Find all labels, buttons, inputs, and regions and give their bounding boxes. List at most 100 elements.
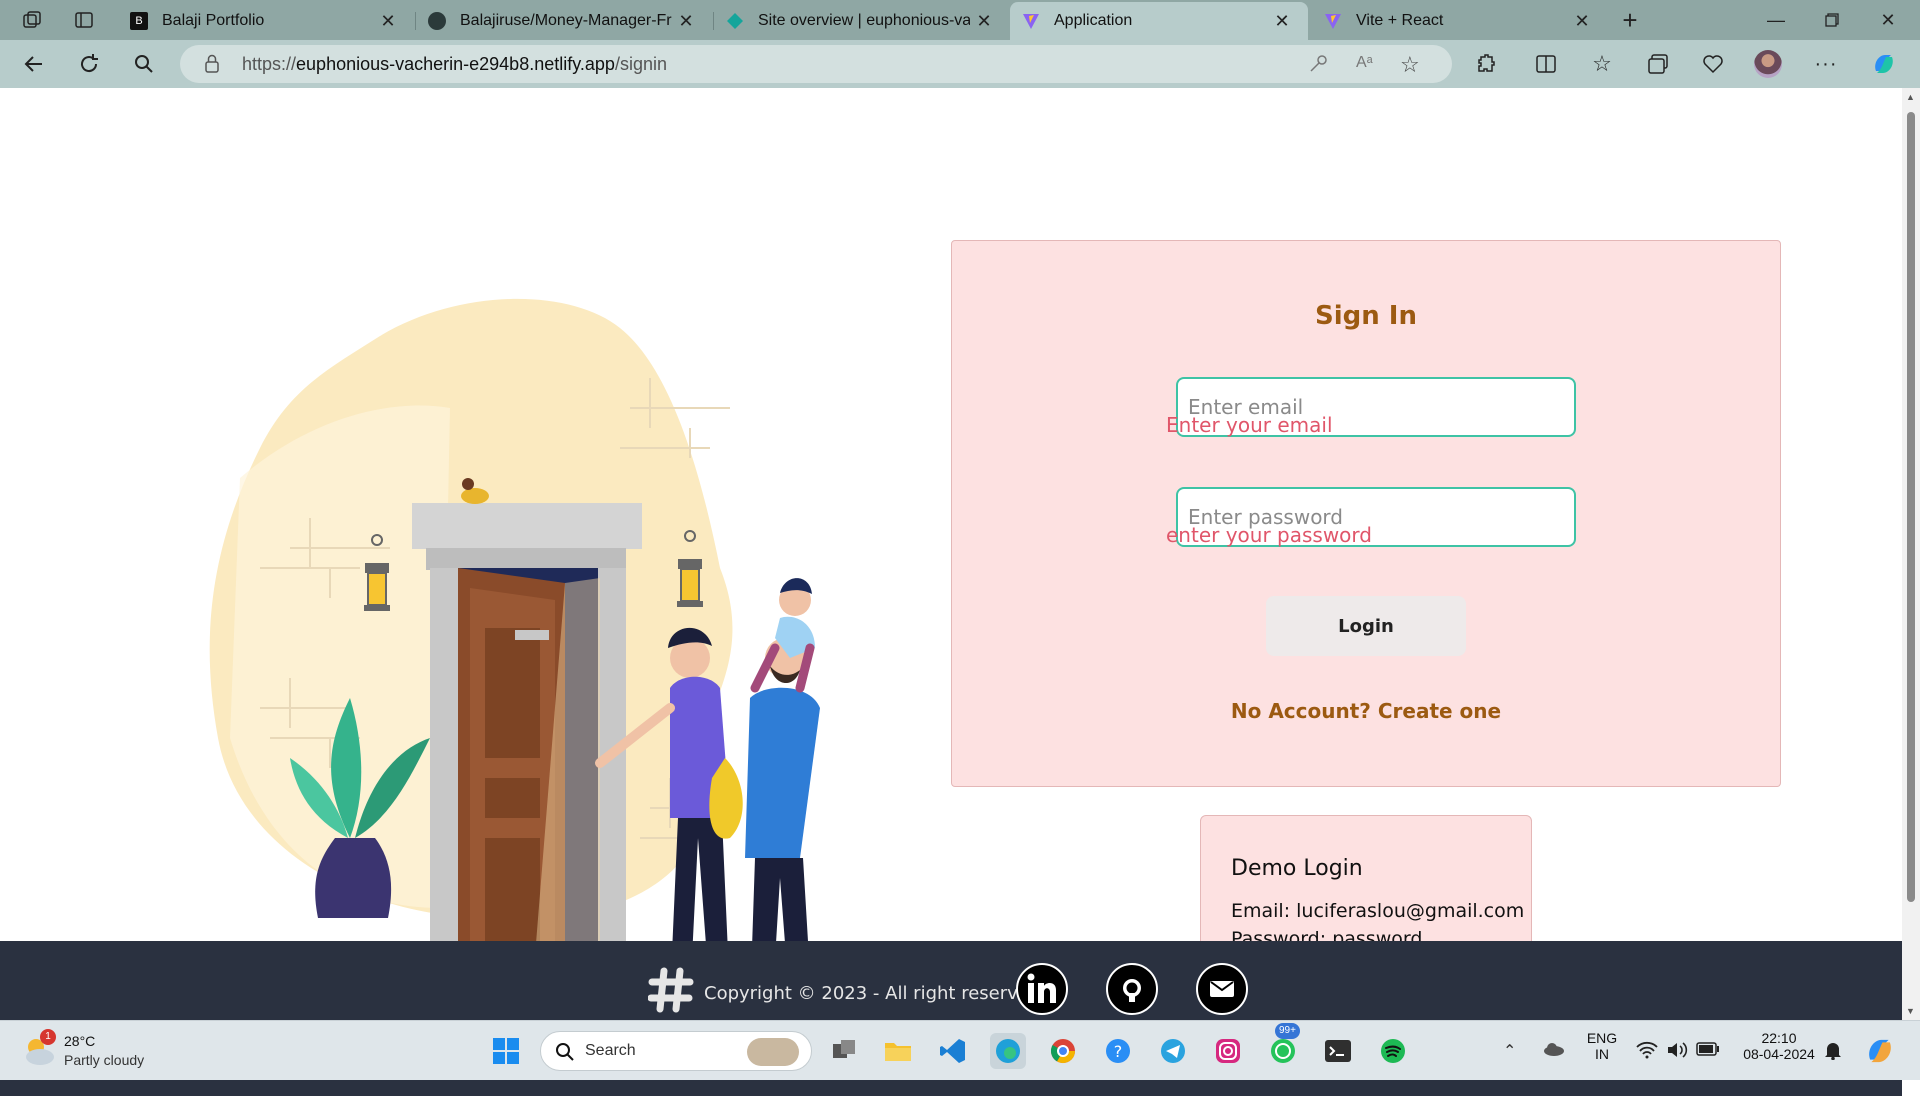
read-aloud-icon[interactable]: Aᵃ	[1356, 54, 1373, 72]
demo-email-text: Email: luciferaslou@gmail.com	[1231, 900, 1525, 922]
extensions-icon[interactable]	[1468, 46, 1504, 82]
new-tab-button[interactable]: +	[1612, 2, 1648, 38]
mail-icon[interactable]	[1196, 963, 1248, 1015]
weather-temp: 28°C	[64, 1033, 96, 1049]
profile-avatar[interactable]	[1750, 46, 1786, 82]
tab-application[interactable]: Application ✕	[1010, 2, 1308, 40]
start-button[interactable]	[488, 1033, 524, 1069]
welcome-illustration	[209, 298, 820, 1018]
weather-condition: Partly cloudy	[64, 1052, 145, 1068]
address-bar[interactable]: https://euphonious-vacherin-e294b8.netli…	[180, 45, 1452, 83]
linkedin-icon[interactable]	[1016, 963, 1068, 1015]
wifi-icon[interactable]	[1636, 1041, 1658, 1059]
terminal-icon[interactable]	[1320, 1033, 1356, 1069]
scroll-up-arrow-icon[interactable]: ▲	[1906, 92, 1915, 102]
instagram-icon[interactable]	[1210, 1033, 1246, 1069]
minimize-button[interactable]: —	[1748, 0, 1804, 40]
more-options-icon[interactable]: ···	[1808, 46, 1844, 82]
browser-tab-bar: B Balaji Portfolio ✕ Balajiruse/Money-Ma…	[0, 0, 1920, 40]
scroll-down-arrow-icon[interactable]: ▼	[1906, 1006, 1915, 1016]
url-text[interactable]: https://euphonious-vacherin-e294b8.netli…	[242, 54, 667, 75]
tab-title: Site overview | euphonious-vach	[758, 12, 970, 29]
password-key-icon[interactable]	[1308, 54, 1328, 74]
battery-icon[interactable]	[1696, 1042, 1720, 1056]
refresh-button[interactable]	[71, 46, 107, 82]
back-button[interactable]	[16, 46, 52, 82]
telegram-icon[interactable]	[1155, 1033, 1191, 1069]
vite-favicon	[1022, 12, 1040, 30]
netlify-favicon	[726, 12, 744, 30]
copilot-taskbar-icon[interactable]	[1864, 1035, 1896, 1067]
tab-actions-icon[interactable]	[66, 2, 102, 38]
tab-title: Application	[1054, 12, 1133, 29]
taskbar-search[interactable]: Search	[540, 1031, 812, 1071]
lock-icon[interactable]	[204, 54, 220, 74]
url-scheme: https://	[242, 53, 297, 74]
whatsapp-icon[interactable]: 99+	[1265, 1023, 1301, 1069]
tab-title: Vite + React	[1356, 12, 1444, 29]
browser-essentials-icon[interactable]	[1695, 46, 1731, 82]
close-icon[interactable]: ✕	[374, 7, 402, 35]
task-view-icon[interactable]	[826, 1033, 862, 1069]
whatsapp-badge: 99+	[1275, 1023, 1300, 1039]
copilot-icon[interactable]	[1866, 46, 1902, 82]
windows-taskbar: 1 28°C Partly cloudy Search ? 99+ ⌃ ENG …	[0, 1020, 1920, 1080]
browser-toolbar: https://euphonious-vacherin-e294b8.netli…	[0, 40, 1920, 88]
page-scrollbar[interactable]: ▲ ▼	[1902, 88, 1920, 1020]
collections-icon[interactable]	[1640, 46, 1676, 82]
close-icon[interactable]: ✕	[1568, 7, 1596, 35]
region-line: IN	[1595, 1046, 1609, 1062]
chrome-icon[interactable]	[1045, 1033, 1081, 1069]
create-account-link[interactable]: No Account? Create one	[952, 699, 1780, 723]
search-icon[interactable]	[126, 46, 162, 82]
url-host: euphonious-vacherin-e294b8.netlify.app	[296, 53, 615, 74]
restore-button[interactable]	[1804, 0, 1860, 40]
search-placeholder: Search	[585, 1042, 636, 1059]
help-icon[interactable]: ?	[1100, 1033, 1136, 1069]
tab-netlify[interactable]: Site overview | euphonious-vach ✕	[714, 2, 1010, 40]
tab-portfolio[interactable]: B Balaji Portfolio ✕	[118, 2, 414, 40]
notification-bell-icon[interactable]	[1824, 1040, 1842, 1060]
scrollbar-thumb[interactable]	[1907, 112, 1915, 902]
weather-widget[interactable]: 1 28°C Partly cloudy	[20, 1029, 144, 1069]
page-viewport: Sign In Enter your email enter your pass…	[0, 88, 1902, 1096]
split-screen-icon[interactable]	[1528, 46, 1564, 82]
signin-title: Sign In	[1315, 301, 1417, 331]
signin-card: Sign In Enter your email enter your pass…	[951, 240, 1781, 787]
clock-time: 22:10	[1761, 1030, 1797, 1046]
portfolio-favicon: B	[130, 12, 148, 30]
edge-browser-icon[interactable]	[990, 1033, 1026, 1069]
login-button[interactable]: Login	[1266, 596, 1466, 656]
onedrive-icon[interactable]	[1542, 1041, 1564, 1057]
volume-icon[interactable]	[1666, 1040, 1688, 1060]
weather-badge: 1	[40, 1029, 56, 1045]
close-icon[interactable]: ✕	[672, 7, 700, 35]
close-icon[interactable]: ✕	[1268, 7, 1296, 35]
vite-favicon	[1324, 12, 1342, 30]
search-icon	[555, 1042, 575, 1062]
favorites-icon[interactable]: ☆	[1584, 46, 1620, 82]
password-error-text: enter your password	[1166, 523, 1372, 547]
file-explorer-icon[interactable]	[880, 1033, 916, 1069]
close-icon[interactable]: ✕	[970, 7, 998, 35]
email-error-text: Enter your email	[1166, 413, 1333, 437]
workspaces-icon[interactable]	[14, 2, 50, 38]
language-indicator[interactable]: ENG IN	[1582, 1030, 1622, 1062]
window-close-button[interactable]: ✕	[1860, 0, 1916, 40]
tab-github-repo[interactable]: Balajiruse/Money-Manager-Fron ✕	[416, 2, 712, 40]
copyright-text: Copyright © 2023 - All right reserved	[704, 983, 1041, 1004]
language-line: ENG	[1586, 1030, 1618, 1046]
github-favicon	[428, 12, 446, 30]
clock[interactable]: 22:10 08-04-2024	[1736, 1030, 1822, 1062]
clock-date: 08-04-2024	[1743, 1046, 1815, 1062]
url-path: /signin	[614, 53, 667, 74]
svg-text:?: ?	[1114, 1042, 1123, 1061]
tab-vite-react[interactable]: Vite + React ✕	[1312, 2, 1608, 40]
show-hidden-icons-chevron-icon[interactable]: ⌃	[1503, 1041, 1516, 1061]
vscode-icon[interactable]	[935, 1033, 971, 1069]
spotify-icon[interactable]	[1375, 1033, 1411, 1069]
search-highlight-image	[747, 1038, 799, 1066]
favorite-star-icon[interactable]: ☆	[1400, 52, 1420, 78]
github-icon[interactable]	[1106, 963, 1158, 1015]
demo-login-title: Demo Login	[1231, 856, 1363, 881]
